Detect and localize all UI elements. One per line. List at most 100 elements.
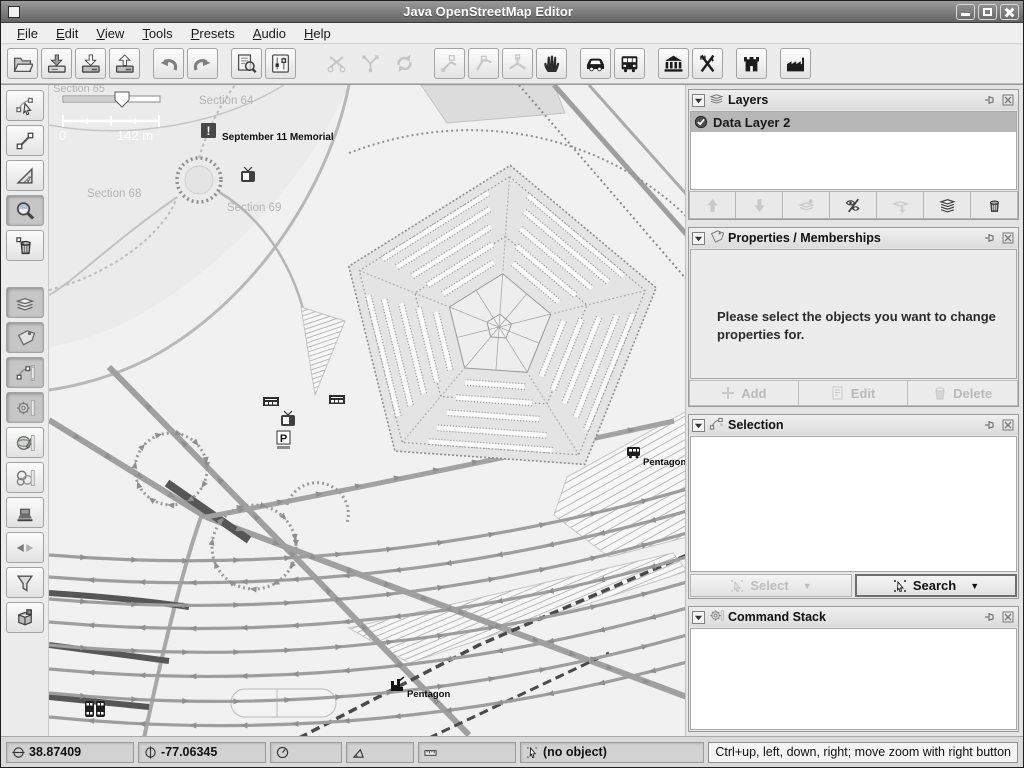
layers-toggle-button[interactable] <box>6 287 44 318</box>
angle-icon <box>352 746 365 759</box>
undo-button[interactable] <box>153 48 184 79</box>
layer-merge-down-button[interactable] <box>877 191 924 219</box>
selection-toggle-button[interactable] <box>6 357 44 388</box>
combine-ways-button[interactable] <box>321 48 352 79</box>
properties-close-icon[interactable] <box>1001 232 1015 245</box>
command-stack-icon <box>709 608 724 626</box>
selection-collapse-button[interactable] <box>692 419 705 432</box>
layer-row-active[interactable]: Data Layer 2 <box>691 112 1016 132</box>
delete-tool-icon <box>15 236 35 256</box>
layers-icon <box>709 91 724 109</box>
scale-max: 142 m <box>117 128 153 143</box>
pan-hand-icon <box>541 53 562 74</box>
select-button[interactable]: Select ▼ <box>690 574 852 597</box>
upload-osm-data-icon <box>114 53 135 74</box>
command-stack-toggle-icon <box>15 398 35 418</box>
preferences-search-button[interactable] <box>231 48 262 79</box>
svg-text:!: ! <box>207 124 211 138</box>
edit-property-button[interactable]: Edit <box>799 380 909 406</box>
layers-pin-icon[interactable] <box>983 94 997 107</box>
changesets-toggle-button[interactable] <box>6 602 44 633</box>
layer-move-up-icon <box>704 197 721 214</box>
menu-presets[interactable]: Presets <box>183 24 243 43</box>
properties-collapse-button[interactable] <box>692 232 705 245</box>
command-stack-pin-icon[interactable] <box>983 611 997 624</box>
unglue-ways-2-button[interactable] <box>468 48 499 79</box>
selection-pin-icon[interactable] <box>983 419 997 432</box>
label-section-top: Section 65 <box>53 85 105 95</box>
selection-panel: Selection Select ▼ Search ▼ <box>688 414 1019 599</box>
layer-show-hide-button[interactable] <box>830 191 877 219</box>
save-button[interactable] <box>41 48 72 79</box>
measure-tool-button[interactable] <box>6 160 44 191</box>
add-property-button[interactable]: Add <box>689 380 799 406</box>
redo-button[interactable] <box>187 48 218 79</box>
delete-property-button[interactable]: Delete <box>908 380 1018 406</box>
layer-duplicate-button[interactable] <box>924 191 971 219</box>
delete-tool-button[interactable] <box>6 230 44 261</box>
minimize-button[interactable] <box>956 4 975 20</box>
properties-pin-icon[interactable] <box>983 232 997 245</box>
map-canvas[interactable]: !P Section 65 Section 64 Section 68 Sect… <box>49 85 685 736</box>
selection-title: Selection <box>728 418 979 432</box>
properties-toggle-button[interactable] <box>6 322 44 353</box>
preset-bank-button[interactable] <box>658 48 689 79</box>
window-title: Java OpenStreetMap Editor <box>20 4 956 19</box>
layers-list[interactable]: Data Layer 2 <box>690 111 1017 190</box>
preset-factory-button[interactable] <box>780 48 811 79</box>
menu-file[interactable]: File <box>9 24 46 43</box>
layer-merge-button[interactable] <box>783 191 830 219</box>
preset-restaurant-button[interactable] <box>692 48 723 79</box>
map-paint-toggle-button[interactable] <box>6 427 44 458</box>
selection-list[interactable] <box>690 436 1017 572</box>
menu-tools[interactable]: Tools <box>134 24 180 43</box>
command-stack-close-icon[interactable] <box>1001 611 1015 624</box>
draw-way-tool-icon <box>15 131 35 151</box>
title-bar[interactable]: Java OpenStreetMap Editor <box>1 1 1023 23</box>
preset-castle-button[interactable] <box>736 48 767 79</box>
draw-way-tool-button[interactable] <box>6 125 44 156</box>
search-button[interactable]: Search ▼ <box>855 574 1017 597</box>
filter-toggle-button[interactable] <box>6 567 44 598</box>
command-stack-collapse-button[interactable] <box>692 611 705 624</box>
command-stack-list[interactable] <box>690 628 1017 730</box>
pan-hand-button[interactable] <box>536 48 567 79</box>
upload-osm-data-button[interactable] <box>109 48 140 79</box>
layer-move-down-button[interactable] <box>736 191 783 219</box>
layer-delete-button[interactable] <box>971 191 1018 219</box>
maximize-button[interactable] <box>978 4 997 20</box>
unglue-ways-3-button[interactable] <box>502 48 533 79</box>
menu-view[interactable]: View <box>88 24 132 43</box>
preset-car-button[interactable] <box>580 48 611 79</box>
preset-bus-button[interactable] <box>614 48 645 79</box>
preferences-icon <box>270 53 291 74</box>
layer-move-up-button[interactable] <box>689 191 736 219</box>
command-stack-toggle-button[interactable] <box>6 392 44 423</box>
select-tool-icon <box>15 96 35 116</box>
zoom-tool-button[interactable] <box>6 195 44 226</box>
layers-collapse-button[interactable] <box>692 94 705 107</box>
selection-close-icon[interactable] <box>1001 419 1015 432</box>
preferences-button[interactable] <box>265 48 296 79</box>
open-file-button[interactable] <box>7 48 38 79</box>
download-osm-data-button[interactable] <box>75 48 106 79</box>
longitude-field: -77.06345 <box>138 742 266 763</box>
menu-help[interactable]: Help <box>296 24 339 43</box>
layer-duplicate-icon <box>939 197 956 214</box>
close-button[interactable] <box>1000 4 1019 20</box>
conflicts-toggle-button[interactable] <box>6 532 44 563</box>
map-viewport[interactable]: !P Section 65 Section 64 Section 68 Sect… <box>49 85 685 736</box>
layer-move-down-icon <box>751 197 768 214</box>
svg-text:P: P <box>280 433 287 445</box>
menu-edit[interactable]: Edit <box>48 24 86 43</box>
select-tool-button[interactable] <box>6 90 44 121</box>
update-data-button[interactable] <box>389 48 420 79</box>
authors-toggle-button[interactable] <box>6 497 44 528</box>
split-way-button[interactable] <box>355 48 386 79</box>
layers-close-icon[interactable] <box>1001 94 1015 107</box>
layers-panel: Layers Data Layer 2 <box>688 89 1019 220</box>
relations-toggle-button[interactable] <box>6 462 44 493</box>
unglue-ways-1-button[interactable] <box>434 48 465 79</box>
preset-car-icon <box>585 53 606 74</box>
menu-audio[interactable]: Audio <box>245 24 294 43</box>
